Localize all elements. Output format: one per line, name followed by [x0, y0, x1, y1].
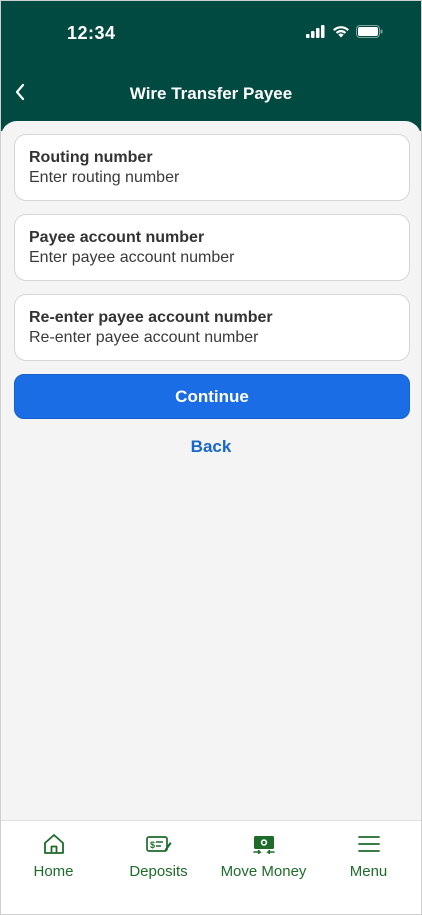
- status-time: 12:34: [67, 23, 116, 43]
- tab-move-money[interactable]: Move Money: [211, 821, 316, 914]
- payee-account-number-label: Payee account number: [29, 229, 205, 246]
- svg-text:$: $: [150, 840, 155, 850]
- back-link[interactable]: Back: [1, 437, 421, 457]
- check-deposit-icon: $: [145, 833, 172, 855]
- hamburger-menu-icon: [356, 833, 382, 855]
- payee-account-number-input[interactable]: [29, 248, 395, 268]
- status-icons: [306, 25, 383, 43]
- tab-deposits[interactable]: $ Deposits: [106, 821, 211, 914]
- form-content: Routing number Payee account number Re-e…: [1, 121, 421, 821]
- nav-bar: Wire Transfer Payee: [1, 71, 421, 117]
- money-transfer-icon: [251, 833, 277, 855]
- wifi-icon: [332, 25, 350, 43]
- page-title: Wire Transfer Payee: [129, 84, 293, 103]
- tab-move-money-label: Move Money: [220, 863, 307, 880]
- cellular-signal-icon: [306, 25, 326, 43]
- tab-deposits-label: Deposits: [129, 863, 188, 880]
- routing-number-field[interactable]: Routing number: [14, 134, 410, 201]
- header: 12:34 Wire Transfer Payee: [1, 1, 421, 131]
- routing-number-label: Routing number: [29, 149, 153, 166]
- tab-home-label: Home: [33, 863, 74, 880]
- reenter-payee-account-number-input[interactable]: [29, 328, 395, 348]
- routing-number-input[interactable]: [29, 168, 395, 188]
- tab-menu[interactable]: Menu: [316, 821, 421, 914]
- continue-button[interactable]: Continue: [14, 374, 410, 419]
- reenter-payee-account-number-field[interactable]: Re-enter payee account number: [14, 294, 410, 361]
- payee-account-number-field[interactable]: Payee account number: [14, 214, 410, 281]
- home-icon: [41, 833, 67, 855]
- app-screen: 12:34 Wire Transfer Payee Routing number…: [0, 0, 422, 915]
- status-bar: 12:34: [1, 1, 421, 65]
- tab-home[interactable]: Home: [1, 821, 106, 914]
- battery-icon: [356, 25, 383, 43]
- reenter-payee-account-number-label: Re-enter payee account number: [29, 309, 273, 326]
- bottom-tab-bar: Home $ Deposits Move Money Menu: [1, 820, 421, 914]
- tab-menu-label: Menu: [349, 863, 388, 880]
